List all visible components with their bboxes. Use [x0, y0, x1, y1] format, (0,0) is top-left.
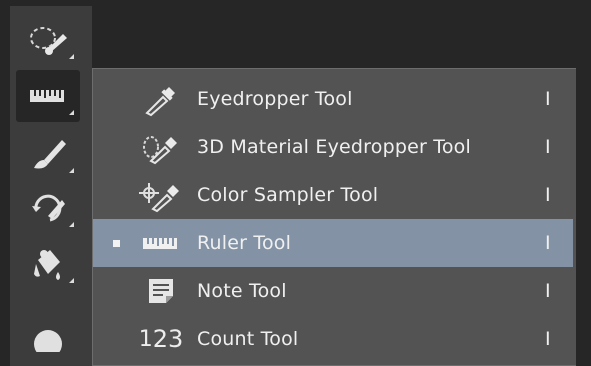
menu-item-label: 3D Material Eyedropper Tool	[197, 136, 471, 158]
menu-item-eyedropper-tool[interactable]: Eyedropper Tool I	[93, 75, 573, 123]
tools-panel	[10, 6, 92, 366]
color-sampler-icon	[137, 177, 185, 213]
menu-item-3d-material-eyedropper-tool[interactable]: 3D Material Eyedropper Tool I	[93, 123, 573, 171]
menu-item-shortcut: I	[545, 136, 551, 158]
eyedropper-tool-flyout-menu: Eyedropper Tool I 3D Material Eyedropper…	[92, 68, 576, 366]
count-icon-digit: 3	[168, 325, 184, 353]
eyedropper-icon	[137, 81, 185, 117]
menu-item-label: Note Tool	[197, 280, 287, 302]
menu-item-shortcut: I	[545, 280, 551, 302]
menu-item-shortcut: I	[545, 232, 551, 254]
flyout-indicator-icon	[69, 278, 74, 283]
3d-material-eyedropper-icon	[137, 129, 185, 165]
brush-icon	[34, 140, 66, 169]
menu-item-note-tool[interactable]: Note Tool I	[93, 267, 573, 315]
flyout-indicator-icon	[69, 110, 74, 115]
history-brush-icon	[32, 194, 65, 222]
note-icon	[137, 273, 185, 309]
menu-item-label: Eyedropper Tool	[197, 88, 353, 110]
menu-item-ruler-tool[interactable]: Ruler Tool I	[93, 219, 573, 267]
count-icon: 123	[137, 321, 185, 357]
count-icon-digit: 2	[152, 325, 168, 353]
menu-item-label: Color Sampler Tool	[197, 184, 379, 206]
selected-bullet-icon	[113, 239, 120, 247]
photoshop-workspace: Eyedropper Tool I 3D Material Eyedropper…	[0, 0, 591, 366]
ruler-icon	[30, 90, 64, 102]
history-brush-tool-button[interactable]	[16, 182, 80, 234]
dodge-tool-button[interactable]	[16, 306, 80, 358]
menu-item-color-sampler-tool[interactable]: Color Sampler Tool I	[93, 171, 573, 219]
menu-item-shortcut: I	[545, 328, 551, 350]
flyout-indicator-icon	[69, 222, 74, 227]
menu-item-shortcut: I	[545, 88, 551, 110]
quick-selection-icon	[30, 27, 67, 55]
paint-bucket-icon	[34, 250, 60, 280]
dodge-icon	[34, 330, 62, 352]
ruler-tool-button[interactable]	[16, 70, 80, 122]
options-bar-area	[92, 6, 591, 68]
flyout-indicator-icon	[69, 54, 74, 59]
flyout-indicator-icon	[69, 168, 74, 173]
menu-item-shortcut: I	[545, 184, 551, 206]
brush-tool-button[interactable]	[16, 128, 80, 180]
menu-item-label: Count Tool	[197, 328, 299, 350]
menu-item-label: Ruler Tool	[197, 232, 292, 254]
ruler-icon	[137, 225, 185, 261]
quick-selection-tool-button[interactable]	[16, 14, 80, 66]
menu-item-count-tool[interactable]: 123 Count Tool I	[93, 315, 573, 363]
count-icon-digit: 1	[138, 326, 153, 352]
paint-bucket-tool-button[interactable]	[16, 238, 80, 290]
